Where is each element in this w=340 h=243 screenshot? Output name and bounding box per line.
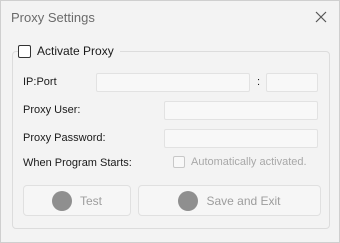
close-button[interactable] (309, 5, 333, 29)
ip-port-separator: : (257, 76, 261, 88)
proxy-user-input[interactable] (164, 101, 318, 120)
program-start-label: When Program Starts: (23, 157, 132, 169)
auto-activate-label: Automatically activated. (191, 156, 307, 168)
save-icon (178, 190, 199, 211)
auto-activate-option[interactable]: Automatically activated. (173, 156, 307, 168)
test-button-label: Test (79, 193, 102, 208)
activate-proxy-toggle[interactable]: Activate Proxy (18, 43, 120, 59)
activate-proxy-checkbox[interactable] (18, 44, 31, 58)
test-icon (51, 190, 72, 211)
ip-input[interactable] (96, 73, 250, 92)
auto-activate-checkbox[interactable] (173, 156, 185, 168)
ip-port-label: IP:Port (23, 76, 57, 88)
title-bar: Proxy Settings (1, 1, 339, 33)
save-and-exit-label: Save and Exit (206, 193, 281, 208)
close-icon (315, 11, 327, 23)
activate-proxy-label: Activate Proxy (37, 44, 114, 58)
test-button[interactable]: Test (23, 185, 131, 216)
save-and-exit-button[interactable]: Save and Exit (138, 185, 321, 216)
proxy-user-label: Proxy User: (23, 104, 81, 116)
port-input[interactable] (266, 73, 318, 92)
proxy-settings-window: Proxy Settings Activate Proxy IP:Port : … (0, 0, 340, 243)
window-title: Proxy Settings (11, 10, 95, 25)
proxy-password-label: Proxy Password: (23, 132, 106, 144)
proxy-password-input[interactable] (164, 129, 318, 148)
